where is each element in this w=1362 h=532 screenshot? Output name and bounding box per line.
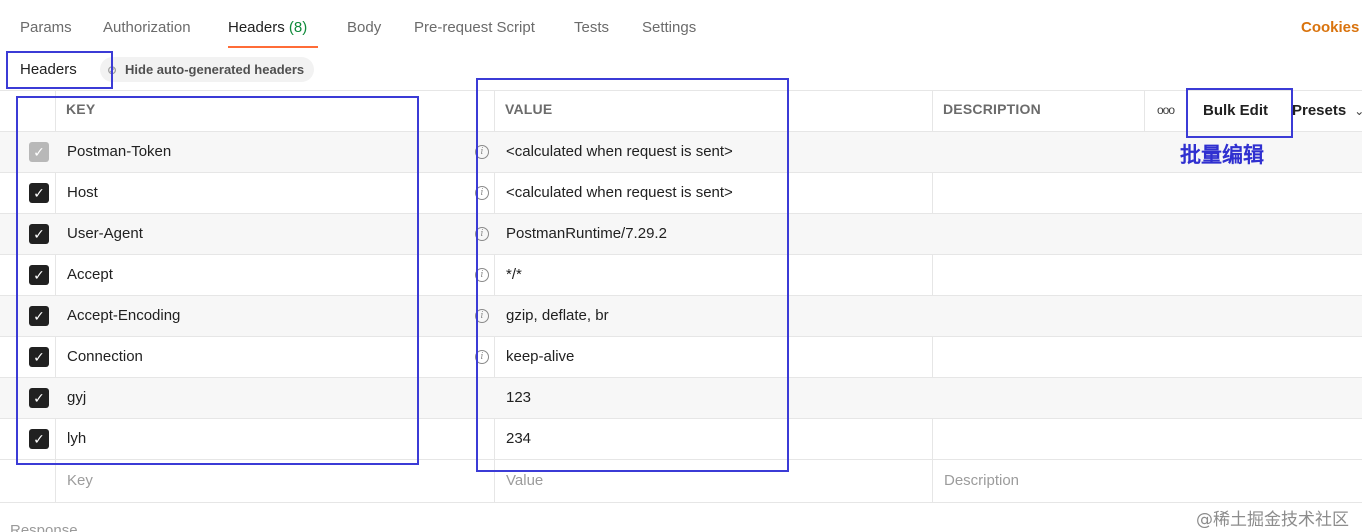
more-options-icon[interactable]: ooo	[1157, 103, 1175, 117]
cookies-link[interactable]: Cookies	[1301, 19, 1359, 36]
tab-settings[interactable]: Settings	[642, 19, 696, 36]
tab-tests[interactable]: Tests	[574, 19, 609, 36]
tab-body[interactable]: Body	[347, 19, 381, 36]
annotation-box-key-column	[16, 96, 419, 465]
col-divider-desc	[1144, 90, 1145, 131]
response-section-label: Response	[10, 522, 78, 532]
tab-headers-label: Headers	[228, 19, 285, 36]
request-tabs: Params Authorization Headers (8) Body Pr…	[0, 0, 1362, 50]
annotation-box-headers	[6, 51, 113, 89]
table-bottom-border	[0, 502, 1362, 503]
tab-headers[interactable]: Headers (8)	[228, 19, 307, 36]
annotation-box-bulk-edit	[1186, 88, 1293, 138]
chevron-down-icon: ⌄	[1354, 104, 1362, 118]
hide-auto-generated-button[interactable]: ⊘ Hide auto-generated headers	[100, 57, 315, 82]
tab-params[interactable]: Params	[20, 19, 72, 36]
tab-headers-count: (8)	[288, 19, 308, 36]
tab-pre-request-script[interactable]: Pre-request Script	[414, 19, 535, 36]
new-key-input[interactable]: Key	[67, 472, 93, 489]
presets-label: Presets	[1292, 102, 1347, 119]
new-value-input[interactable]: Value	[506, 472, 543, 489]
presets-dropdown[interactable]: Presets ⌄	[1292, 102, 1362, 119]
active-tab-indicator	[228, 46, 318, 48]
annotation-box-value-column	[476, 78, 789, 472]
annotation-label: 批量编辑	[1180, 143, 1264, 167]
hide-auto-generated-label: Hide auto-generated headers	[125, 62, 305, 77]
watermark: @稀土掘金技术社区	[1196, 510, 1349, 530]
tab-authorization[interactable]: Authorization	[103, 19, 191, 36]
column-header-description: DESCRIPTION	[943, 101, 1041, 117]
new-description-input[interactable]: Description	[944, 472, 1019, 489]
